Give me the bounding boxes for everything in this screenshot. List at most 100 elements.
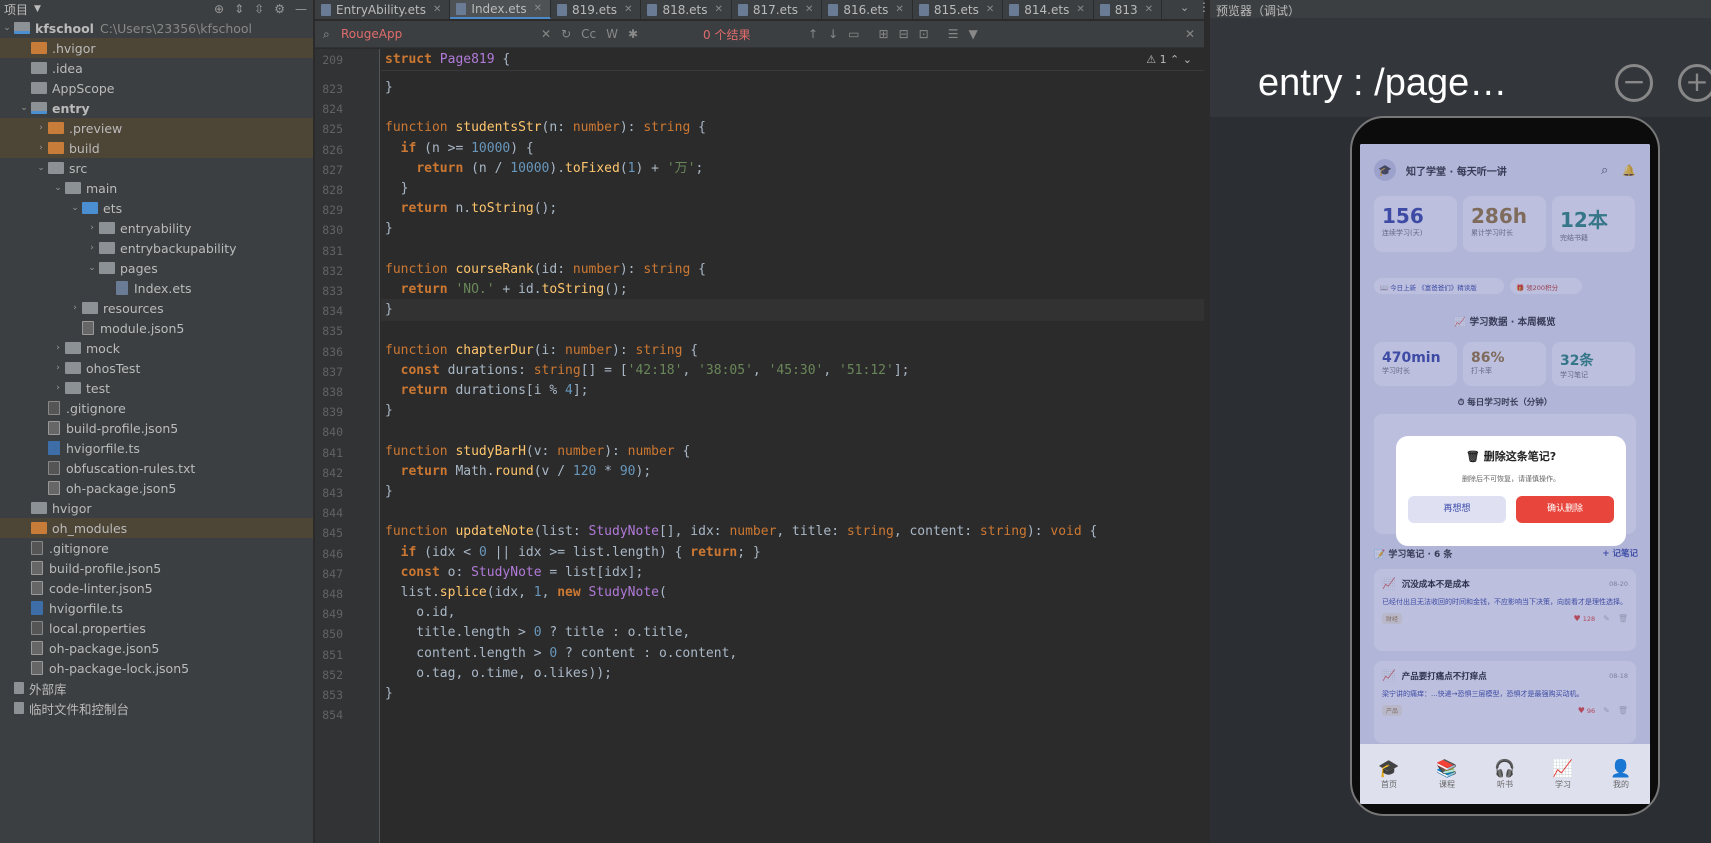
code-line[interactable]: } (381, 481, 1204, 503)
code-line[interactable]: if (idx < 0 || idx >= list.length) { ret… (381, 542, 1204, 564)
tree-item[interactable]: › build (0, 138, 313, 158)
chevron-right-icon[interactable]: › (85, 243, 99, 253)
code-line[interactable] (381, 97, 1204, 119)
tree-item[interactable]: obfuscation-rules.txt (0, 458, 313, 478)
close-tab-icon[interactable]: ✕ (805, 4, 813, 15)
chevron-right-icon[interactable]: › (34, 123, 48, 133)
code-line[interactable] (381, 420, 1204, 442)
code-line[interactable]: function chapterDur(i: number): string { (381, 340, 1204, 362)
editor-tab[interactable]: 817.ets ✕ (732, 0, 823, 19)
code-line[interactable]: if (n >= 10000) { (381, 138, 1204, 160)
expand-all-icon[interactable]: ⇕ (234, 2, 244, 16)
tree-item[interactable]: › test (0, 378, 313, 398)
tree-item[interactable]: hvigorfile.ts (0, 598, 313, 618)
confirm-delete-button[interactable]: 确认删除 (1516, 496, 1614, 523)
bottom-tab-item[interactable]: 📚 课程 (1436, 759, 1457, 790)
code-line[interactable]: return durations[i % 4]; (381, 380, 1204, 402)
code-line[interactable]: } (381, 400, 1204, 422)
code-line[interactable] (381, 501, 1204, 523)
close-tab-icon[interactable]: ✕ (433, 4, 441, 15)
code-line[interactable]: } (381, 178, 1204, 200)
tree-item[interactable]: oh-package.json5 (0, 638, 313, 658)
filter-icon[interactable]: ▼ (968, 27, 977, 41)
code-line[interactable]: const durations: string[] = ['42:18', '3… (381, 360, 1204, 382)
warning-indicator[interactable]: ⚠ 1 ⌃ ⌄ (1146, 53, 1192, 66)
chevron-down-icon[interactable]: ⌄ (0, 23, 14, 33)
close-tab-icon[interactable]: ✕ (1145, 4, 1153, 15)
code-line[interactable]: return 'NO.' + id.toString(); (381, 279, 1204, 301)
tree-item[interactable]: ⌄ ets (0, 198, 313, 218)
code-line[interactable]: } (381, 77, 1204, 99)
code-line[interactable]: return (n / 10000).toFixed(1) + '万'; (381, 158, 1204, 180)
tree-item[interactable]: .hvigor (0, 38, 313, 58)
code-line[interactable]: return Math.round(v / 120 * 90); (381, 461, 1204, 483)
code-line[interactable]: } (381, 218, 1204, 240)
tree-item[interactable]: .gitignore (0, 398, 313, 418)
cancel-button[interactable]: 再想想 (1408, 496, 1506, 523)
code-line[interactable]: title.length > 0 ? title : o.title, (381, 622, 1204, 644)
code-line[interactable]: o.id, (381, 602, 1204, 624)
close-find-icon[interactable]: ✕ (1185, 27, 1195, 41)
add-occurrence-icon[interactable]: ⊞ (879, 27, 889, 41)
code-line[interactable] (381, 319, 1204, 341)
select-all-icon[interactable]: ▭ (848, 27, 859, 41)
code-line[interactable]: return n.toString(); (381, 198, 1204, 220)
editor-tab[interactable]: Index.ets ✕ (450, 0, 551, 19)
tree-item[interactable]: ⌄ kfschool C:\Users\23356\kfschool (0, 18, 313, 38)
tree-item[interactable]: build-profile.json5 (0, 418, 313, 438)
collapse-all-icon[interactable]: ⇳ (254, 2, 264, 16)
tree-item[interactable]: build-profile.json5 (0, 558, 313, 578)
editor-tab[interactable]: 816.ets ✕ (822, 0, 913, 19)
tree-item[interactable]: ⌄ entry (0, 98, 313, 118)
search-input[interactable]: RougeApp (341, 27, 536, 41)
tree-item[interactable]: oh_modules (0, 518, 313, 538)
code-line[interactable]: function studyBarH(v: number): number { (381, 441, 1204, 463)
tree-item[interactable]: module.json5 (0, 318, 313, 338)
chevron-right-icon[interactable]: › (51, 363, 65, 373)
tree-item[interactable]: oh-package-lock.json5 (0, 658, 313, 678)
tree-item[interactable]: › mock (0, 338, 313, 358)
editor-tab[interactable]: 813 ✕ (1094, 0, 1163, 19)
remove-occurrence-icon[interactable]: ⊟ (899, 27, 909, 41)
clear-search-icon[interactable]: ✕ (541, 27, 551, 41)
tabs-more-button[interactable]: ⌄ (1180, 1, 1189, 14)
prev-match-icon[interactable]: ↑ (808, 27, 818, 41)
tree-item[interactable]: hvigor (0, 498, 313, 518)
chevron-down-icon[interactable]: ⌄ (17, 103, 31, 113)
close-tab-icon[interactable]: ✕ (715, 4, 723, 15)
history-icon[interactable]: ↻ (561, 27, 571, 41)
editor-tab[interactable]: EntryAbility.ets ✕ (315, 0, 451, 19)
close-tab-icon[interactable]: ✕ (534, 3, 542, 14)
tree-item[interactable]: hvigorfile.ts (0, 438, 313, 458)
code-line[interactable]: } (381, 683, 1204, 705)
code-line[interactable]: function updateNote(list: StudyNote[], i… (381, 521, 1204, 543)
tree-item[interactable]: code-linter.json5 (0, 578, 313, 598)
chevron-down-icon[interactable]: ⌄ (68, 203, 82, 213)
tree-item[interactable]: oh-package.json5 (0, 478, 313, 498)
match-case-toggle[interactable]: Cc (581, 27, 596, 41)
zoom-in-icon[interactable]: + (1678, 64, 1711, 102)
tree-item[interactable]: › entrybackupability (0, 238, 313, 258)
tree-item[interactable]: › ohosTest (0, 358, 313, 378)
chevron-right-icon[interactable]: › (51, 343, 65, 353)
tree-item[interactable]: › resources (0, 298, 313, 318)
tree-item[interactable]: ⌄ main (0, 178, 313, 198)
chevron-right-icon[interactable]: › (85, 223, 99, 233)
phone-screen[interactable]: 🎓 知了学堂 · 每天听一讲 ⌕ 🔔 156 连续学习(天) 286h 累计学习时长 1… (1360, 144, 1650, 804)
editor-tab[interactable]: 815.ets ✕ (913, 0, 1004, 19)
tree-item[interactable]: ⌄ pages (0, 258, 313, 278)
tree-item[interactable]: Index.ets (0, 278, 313, 298)
tree-item[interactable]: › .preview (0, 118, 313, 138)
chevron-down-icon[interactable]: ⌄ (34, 163, 48, 173)
gear-icon[interactable]: ⚙ (274, 2, 285, 16)
code-line[interactable]: function studentsStr(n: number): string … (381, 117, 1204, 139)
code-line[interactable] (381, 703, 1204, 725)
code-line[interactable]: list.splice(idx, 1, new StudyNote( (381, 582, 1204, 604)
locate-icon[interactable]: ⊕ (214, 2, 224, 16)
bottom-tab-item[interactable]: 📈 学习 (1552, 759, 1573, 790)
close-tab-icon[interactable]: ✕ (624, 4, 632, 15)
tree-item[interactable]: 临时文件和控制台 (0, 698, 313, 718)
tree-item[interactable]: .gitignore (0, 538, 313, 558)
tree-item[interactable]: 外部库 (0, 678, 313, 698)
more-options-icon[interactable]: ⋮ (1198, 0, 1210, 14)
